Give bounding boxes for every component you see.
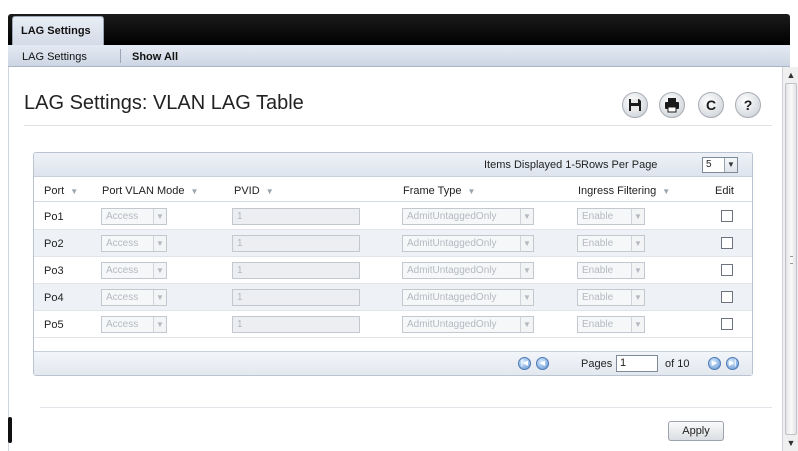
port-cell: Po5 xyxy=(44,319,64,331)
port-vlan-mode-select: Access ▼ xyxy=(101,235,167,252)
column-header-mode[interactable]: Port VLAN Mode ▼ xyxy=(102,185,198,197)
chevron-down-icon: ▼ xyxy=(631,290,644,305)
chevron-down-icon: ▼ xyxy=(520,263,533,278)
table-row: Po2 Access ▼ 1 AdmitUntaggedOnly ▼ Enable ▼ xyxy=(34,230,752,257)
title-divider xyxy=(24,125,772,126)
table-row: Po5 Access ▼ 1 AdmitUntaggedOnly ▼ Enable ▼ xyxy=(34,311,752,338)
rows-per-page-value: 5 xyxy=(706,159,712,170)
ingress-filtering-select: Enable ▼ xyxy=(577,289,645,306)
edit-checkbox[interactable] xyxy=(721,210,733,222)
port-cell: Po3 xyxy=(44,265,64,277)
vertical-scrollbar[interactable]: ▲ ▼ xyxy=(782,67,798,451)
frame-type-select: AdmitUntaggedOnly ▼ xyxy=(402,208,534,225)
rows-per-page-label: Rows Per Page xyxy=(581,159,658,171)
frame-type-select: AdmitUntaggedOnly ▼ xyxy=(402,235,534,252)
subnav-lag-settings[interactable]: LAG Settings xyxy=(22,51,87,63)
page-number-input[interactable]: 1 xyxy=(616,355,658,372)
column-header-pvid[interactable]: PVID ▼ xyxy=(234,185,274,197)
ingress-filtering-select: Enable ▼ xyxy=(577,316,645,333)
table-header: Port ▼ Port VLAN Mode ▼ PVID ▼ Frame Type ▼ … xyxy=(34,177,752,202)
sort-icon: ▼ xyxy=(467,187,476,196)
frame-type-select: AdmitUntaggedOnly ▼ xyxy=(402,289,534,306)
chevron-down-icon: ▼ xyxy=(631,236,644,251)
ingress-filtering-select: Enable ▼ xyxy=(577,235,645,252)
edit-checkbox[interactable] xyxy=(721,291,733,303)
rows-per-page-select[interactable]: 5 ▼ xyxy=(702,157,738,173)
chevron-down-icon[interactable]: ▼ xyxy=(724,158,737,172)
frame-edge-marker xyxy=(8,417,12,443)
print-icon[interactable] xyxy=(659,92,685,118)
page-title: LAG Settings: VLAN LAG Table xyxy=(24,92,304,114)
chevron-down-icon: ▼ xyxy=(153,263,166,278)
pages-label: Pages xyxy=(581,358,613,370)
table-row: Po3 Access ▼ 1 AdmitUntaggedOnly ▼ Enable ▼ xyxy=(34,257,752,284)
chevron-down-icon: ▼ xyxy=(631,263,644,278)
sort-icon: ▼ xyxy=(70,187,79,196)
chevron-down-icon: ▼ xyxy=(520,236,533,251)
port-cell: Po4 xyxy=(44,292,64,304)
column-header-frame-type[interactable]: Frame Type ▼ xyxy=(403,185,475,197)
column-header-port[interactable]: Port ▼ xyxy=(44,185,78,197)
scroll-up-arrow-icon[interactable]: ▲ xyxy=(785,69,797,81)
pvid-input: 1 xyxy=(232,262,360,279)
frame-type-select: AdmitUntaggedOnly ▼ xyxy=(402,316,534,333)
chevron-down-icon: ▼ xyxy=(153,236,166,251)
chevron-down-icon: ▼ xyxy=(520,209,533,224)
pvid-input: 1 xyxy=(232,235,360,252)
chevron-down-icon: ▼ xyxy=(153,290,166,305)
table-row: Po4 Access ▼ 1 AdmitUntaggedOnly ▼ Enable ▼ xyxy=(34,284,752,311)
table-row: Po1 Access ▼ 1 AdmitUntaggedOnly ▼ Enable ▼ xyxy=(34,203,752,230)
chevron-down-icon: ▼ xyxy=(153,317,166,332)
last-page-icon[interactable]: ▶| xyxy=(726,357,739,370)
subnav-separator xyxy=(120,49,121,63)
pvid-input: 1 xyxy=(232,208,360,225)
edit-checkbox[interactable] xyxy=(721,237,733,249)
port-vlan-mode-select: Access ▼ xyxy=(101,316,167,333)
subnav-show-all[interactable]: Show All xyxy=(132,51,178,63)
lag-table-panel: Items Displayed 1-5 Rows Per Page 5 ▼ Po… xyxy=(33,152,753,376)
top-nav-bar xyxy=(8,14,790,45)
port-cell: Po2 xyxy=(44,238,64,250)
edit-checkbox[interactable] xyxy=(721,318,733,330)
edit-checkbox[interactable] xyxy=(721,264,733,276)
chevron-down-icon: ▼ xyxy=(520,290,533,305)
sub-nav: LAG Settings Show All xyxy=(8,45,790,67)
apply-button[interactable]: Apply xyxy=(668,421,724,441)
refresh-icon[interactable]: C xyxy=(698,92,724,118)
save-icon[interactable] xyxy=(622,92,648,118)
items-displayed: Items Displayed 1-5 xyxy=(484,159,582,171)
sort-icon: ▼ xyxy=(265,187,274,196)
sort-icon: ▼ xyxy=(190,187,199,196)
total-pages-label: of 10 xyxy=(665,358,690,370)
column-header-edit: Edit xyxy=(715,185,734,197)
prev-page-icon[interactable]: ◀ xyxy=(536,357,549,370)
ingress-filtering-select: Enable ▼ xyxy=(577,262,645,279)
help-glyph: ? xyxy=(744,97,753,113)
frame-type-select: AdmitUntaggedOnly ▼ xyxy=(402,262,534,279)
port-vlan-mode-select: Access ▼ xyxy=(101,289,167,306)
scroll-thumb[interactable] xyxy=(785,83,797,435)
next-page-icon[interactable]: ▶ xyxy=(708,357,721,370)
port-vlan-mode-select: Access ▼ xyxy=(101,262,167,279)
footer-divider xyxy=(40,407,772,408)
table-toolbar: Items Displayed 1-5 Rows Per Page 5 ▼ xyxy=(34,153,752,177)
refresh-glyph: C xyxy=(706,97,716,113)
help-icon[interactable]: ? xyxy=(735,92,761,118)
pvid-input: 1 xyxy=(232,316,360,333)
column-header-ingress[interactable]: Ingress Filtering ▼ xyxy=(578,185,670,197)
chevron-down-icon: ▼ xyxy=(631,317,644,332)
scroll-grip-icon xyxy=(790,256,793,264)
sort-icon: ▼ xyxy=(662,187,671,196)
pagination-bar: |◀ ◀ Pages 1 of 10 ▶ ▶| xyxy=(34,351,752,375)
chevron-down-icon: ▼ xyxy=(520,317,533,332)
ingress-filtering-select: Enable ▼ xyxy=(577,208,645,225)
port-vlan-mode-select: Access ▼ xyxy=(101,208,167,225)
chevron-down-icon: ▼ xyxy=(631,209,644,224)
first-page-icon[interactable]: |◀ xyxy=(518,357,531,370)
scroll-down-arrow-icon[interactable]: ▼ xyxy=(785,437,797,449)
tab-lag-settings[interactable]: LAG Settings xyxy=(12,16,104,45)
chevron-down-icon: ▼ xyxy=(153,209,166,224)
port-cell: Po1 xyxy=(44,211,64,223)
pvid-input: 1 xyxy=(232,289,360,306)
